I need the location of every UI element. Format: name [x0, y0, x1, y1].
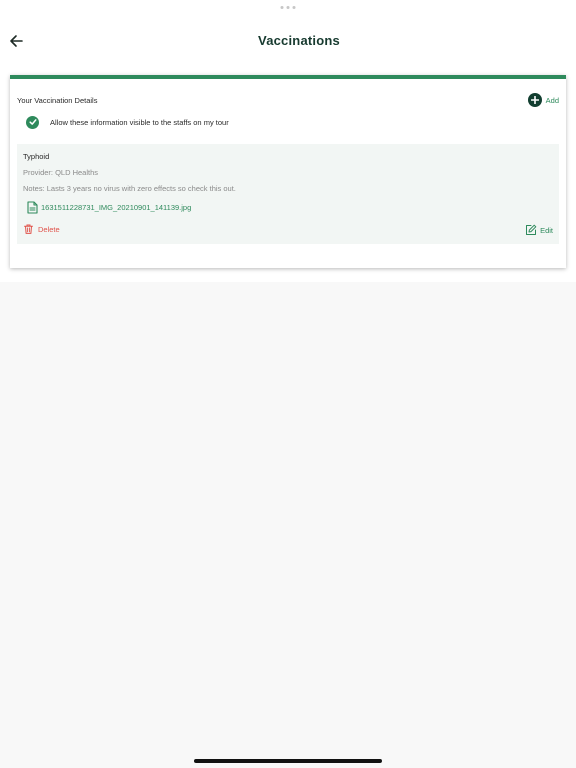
attachment-filename: 1631511228731_IMG_20210901_141139.jpg	[41, 203, 192, 212]
document-icon	[27, 201, 38, 214]
checkmark-icon	[28, 119, 37, 125]
edit-button[interactable]: Edit	[525, 224, 553, 236]
drag-handle[interactable]	[280, 6, 296, 9]
card-header: Your Vaccination Details Add	[17, 92, 559, 108]
page-title: Vaccinations	[258, 33, 340, 48]
edit-label: Edit	[540, 225, 553, 235]
plus-circle-icon	[527, 93, 542, 107]
vaccine-notes: Notes: Lasts 3 years no virus with zero …	[23, 184, 236, 193]
vaccination-details-card: Your Vaccination Details Add Allow these…	[10, 75, 566, 268]
content-area: Vaccinations Your Vaccination Details Ad…	[0, 0, 576, 282]
delete-label: Delete	[38, 224, 60, 234]
consent-row: Allow these information visible to the s…	[26, 114, 229, 130]
add-label: Add	[545, 95, 559, 105]
edit-icon	[526, 224, 537, 235]
vaccine-name: Typhoid	[23, 152, 50, 161]
consent-checkbox[interactable]	[26, 115, 39, 129]
card-title: Your Vaccination Details	[17, 95, 98, 105]
consent-text: Allow these information visible to the s…	[50, 117, 229, 127]
trash-icon	[24, 224, 33, 234]
home-indicator	[194, 759, 382, 763]
add-vaccination-button[interactable]: Add	[527, 93, 559, 107]
vaccine-provider: Provider: QLD Healths	[23, 168, 99, 177]
vaccination-record: Typhoid Provider: QLD Healths Notes: Las…	[17, 144, 559, 244]
vaccinations-screen: Vaccinations Your Vaccination Details Ad…	[0, 0, 576, 768]
attachment-link[interactable]: 1631511228731_IMG_20210901_141139.jpg	[27, 201, 191, 214]
delete-button[interactable]: Delete	[24, 224, 60, 234]
